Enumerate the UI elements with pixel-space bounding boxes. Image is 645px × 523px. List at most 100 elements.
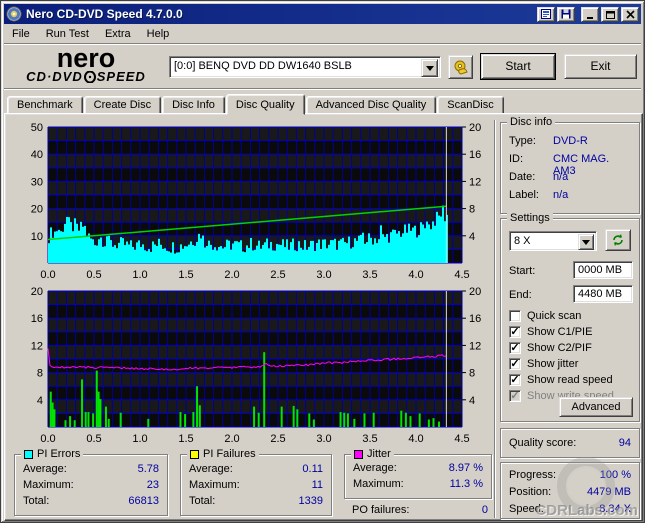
advanced-button[interactable]: Advanced bbox=[559, 397, 633, 417]
pi-errors-stats: PI Errors Average: 5.78 Maximum: 23 Total:… bbox=[14, 448, 168, 516]
tab-create-disc[interactable]: Create Disc bbox=[83, 96, 162, 114]
progress-label: Progress: bbox=[509, 469, 557, 481]
drive-select[interactable]: [0:0] BENQ DVD DD DW1640 BSLB bbox=[169, 56, 441, 78]
svg-text:30: 30 bbox=[31, 176, 43, 188]
svg-text:20: 20 bbox=[31, 204, 43, 216]
checkbox-icon: ✓ bbox=[509, 390, 521, 402]
disc-type-value: DVD-R bbox=[553, 135, 588, 147]
refresh-button[interactable] bbox=[605, 229, 631, 251]
tab-disc-quality[interactable]: Disc Quality bbox=[225, 94, 305, 115]
svg-text:3.0: 3.0 bbox=[316, 269, 331, 281]
pi-errors-swatch bbox=[24, 449, 33, 459]
svg-text:0.5: 0.5 bbox=[86, 433, 101, 445]
jitter-stats: Jitter Average: 8.97 % Maximum: 11.3 % bbox=[344, 448, 492, 499]
svg-text:12: 12 bbox=[469, 340, 481, 352]
quality-score-label: Quality score: bbox=[509, 437, 577, 449]
jitter-swatch bbox=[354, 449, 363, 459]
svg-text:4: 4 bbox=[469, 395, 475, 407]
report-button[interactable] bbox=[537, 6, 555, 22]
pie-maximum: 23 bbox=[146, 479, 159, 491]
svg-text:12: 12 bbox=[469, 176, 481, 188]
app-icon bbox=[6, 6, 22, 22]
svg-text:4.5: 4.5 bbox=[454, 433, 469, 445]
svg-text:12: 12 bbox=[31, 340, 43, 352]
drive-select-value: [0:0] BENQ DVD DD DW1640 BSLB bbox=[174, 60, 352, 72]
checkbox-quick-scan[interactable]: Quick scan bbox=[509, 309, 635, 323]
quality-score-panel: Quality score: 94 bbox=[500, 428, 640, 458]
disc-icon bbox=[83, 70, 96, 83]
svg-text:0.0: 0.0 bbox=[40, 269, 55, 281]
disc-date-label: Date: bbox=[509, 171, 536, 183]
jitter-maximum: 11.3 % bbox=[449, 478, 483, 490]
menu-help[interactable]: Help bbox=[139, 26, 178, 42]
menu-extra[interactable]: Extra bbox=[97, 26, 139, 42]
disc-label-label: Label: bbox=[509, 189, 539, 201]
svg-text:4.0: 4.0 bbox=[408, 269, 423, 281]
checkbox-icon: ✓ bbox=[509, 358, 521, 370]
svg-text:8: 8 bbox=[469, 368, 475, 380]
speed-select-dropdown-button[interactable] bbox=[578, 234, 594, 250]
svg-text:16: 16 bbox=[31, 313, 43, 325]
svg-text:8: 8 bbox=[37, 368, 43, 380]
checkbox-show-read-speed[interactable]: ✓ Show read speed bbox=[509, 373, 635, 387]
po-failures-label: PO failures: bbox=[352, 504, 410, 516]
tab-benchmark[interactable]: Benchmark bbox=[7, 96, 83, 114]
chevron-down-icon bbox=[425, 65, 434, 71]
pif-maximum: 11 bbox=[311, 479, 323, 491]
vertical-separator bbox=[494, 120, 496, 518]
speed-select[interactable]: 8 X bbox=[509, 231, 597, 251]
svg-text:4.0: 4.0 bbox=[408, 433, 423, 445]
checkbox-icon: ✓ bbox=[509, 374, 521, 386]
checkbox-show-c1-pie[interactable]: ✓ Show C1/PIE bbox=[509, 325, 635, 339]
svg-text:3.5: 3.5 bbox=[362, 433, 377, 445]
save-button[interactable] bbox=[557, 6, 575, 22]
tab-scandisc[interactable]: ScanDisc bbox=[437, 96, 504, 114]
disc-quality-page: 10 20 30 40 50 4 8 12 16 20 0.0 0.5 1.0 1.5 2.0 2.5 3.0 3… bbox=[4, 113, 643, 521]
close-button[interactable] bbox=[621, 6, 639, 22]
disc-label-value: n/a bbox=[553, 189, 569, 201]
disc-type-label: Type: bbox=[509, 135, 536, 147]
disc-info-group: Disc info Type: DVD-R ID: CMC MAG. AM3 Dat… bbox=[500, 116, 640, 214]
floppy-disk-icon bbox=[561, 9, 571, 19]
minimize-button[interactable] bbox=[581, 6, 599, 22]
exit-button[interactable]: Exit bbox=[564, 54, 637, 79]
checkbox-show-c2-pif[interactable]: ✓ Show C2/PIF bbox=[509, 341, 635, 355]
svg-text:20: 20 bbox=[469, 286, 481, 298]
end-field[interactable] bbox=[573, 285, 633, 303]
svg-text:1.5: 1.5 bbox=[178, 433, 193, 445]
svg-text:0.5: 0.5 bbox=[86, 269, 101, 281]
drive-select-dropdown-button[interactable] bbox=[421, 59, 438, 77]
svg-text:4: 4 bbox=[37, 395, 43, 407]
minimize-icon bbox=[586, 16, 593, 19]
menu-file[interactable]: File bbox=[4, 26, 38, 42]
pif-average: 0.11 bbox=[302, 463, 323, 475]
jitter-average: 8.97 % bbox=[448, 462, 483, 474]
cdrlabs-watermark: CDRLabs.com bbox=[535, 502, 638, 519]
close-icon bbox=[625, 9, 635, 19]
tab-disc-info[interactable]: Disc Info bbox=[162, 96, 225, 114]
svg-text:50: 50 bbox=[31, 122, 43, 134]
eject-tray-button[interactable] bbox=[448, 55, 473, 79]
checkbox-show-jitter[interactable]: ✓ Show jitter bbox=[509, 357, 635, 371]
svg-text:1.5: 1.5 bbox=[178, 269, 193, 281]
svg-text:40: 40 bbox=[31, 149, 43, 161]
nero-logo-text: nero bbox=[56, 43, 116, 73]
report-icon bbox=[541, 9, 551, 19]
svg-text:16: 16 bbox=[469, 313, 481, 325]
nero-logo: nero CD·DVD SPEED bbox=[10, 43, 162, 84]
disc-info-title: Disc info bbox=[507, 116, 556, 128]
menu-run-test[interactable]: Run Test bbox=[38, 26, 97, 42]
chevron-down-icon bbox=[582, 239, 590, 245]
pi-failures-stats: PI Failures Average: 0.11 Maximum: 11 Tota… bbox=[180, 448, 332, 516]
pi-failures-jitter-chart: 4 8 12 16 20 4 8 12 16 20 0.0 0.5 1.0 1.5 2.0 2.5 3.0 3.5… bbox=[12, 285, 494, 447]
disc-date-value: n/a bbox=[553, 171, 569, 183]
svg-text:8: 8 bbox=[469, 204, 475, 216]
tab-advanced-disc-quality[interactable]: Advanced Disc Quality bbox=[305, 96, 437, 114]
start-field[interactable] bbox=[573, 261, 633, 279]
pif-total: 1339 bbox=[298, 495, 323, 507]
svg-text:2.5: 2.5 bbox=[270, 433, 285, 445]
maximize-button[interactable] bbox=[601, 6, 619, 22]
tab-strip: Benchmark Create Disc Disc Info Disc Qua… bbox=[7, 93, 641, 115]
start-button[interactable]: Start bbox=[480, 53, 556, 80]
quality-score-value: 94 bbox=[618, 437, 631, 449]
